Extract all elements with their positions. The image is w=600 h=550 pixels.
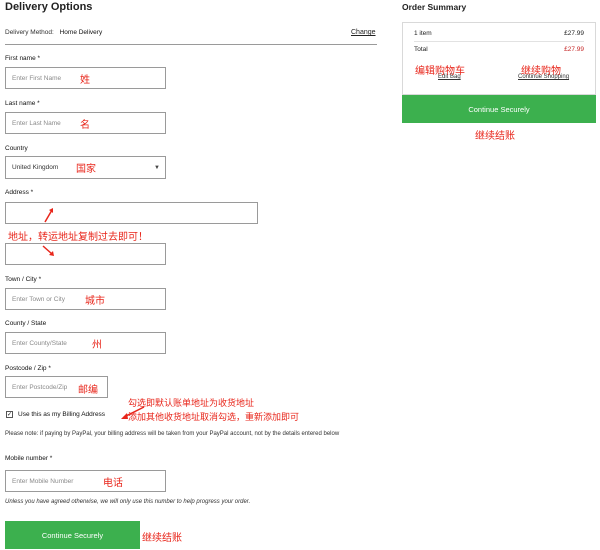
county-label: County / State: [5, 320, 47, 327]
billing-address-label: Use this as my Billing Address: [18, 411, 106, 418]
annotation-address: 地址，转运地址复制过去即可！: [8, 232, 148, 243]
total-label: Total: [414, 46, 428, 53]
first-name-placeholder: Enter First Name: [12, 74, 62, 82]
summary-continue-securely-button[interactable]: Continue Securely: [402, 95, 596, 123]
annotation-arrow-up-icon: [44, 208, 53, 223]
last-name-label: Last name *: [5, 100, 40, 107]
annotation-billing-line1: 勾选即默认账单地址为收货地址: [128, 399, 255, 409]
first-name-label: First name *: [5, 55, 41, 62]
order-summary-title: Order Summary: [402, 2, 467, 12]
total-row: Total £27.99: [414, 46, 584, 53]
annotation-mobile: 电话: [103, 478, 123, 489]
items-row: 1 item £27.99: [414, 30, 584, 37]
annotation-last-name: 名: [80, 120, 90, 131]
annotation-city: 城市: [85, 296, 105, 307]
mobile-note: Unless you have agreed otherwise, we wil…: [5, 499, 251, 505]
change-delivery-link[interactable]: Change: [351, 29, 376, 36]
postcode-label: Postcode / Zip *: [5, 365, 51, 372]
page-title: Delivery Options: [5, 1, 93, 13]
town-label: Town / City *: [5, 276, 42, 283]
annotation-edit-bag: 编辑购物车: [415, 66, 465, 77]
paypal-note: Please note: if paying by PayPal, your b…: [5, 431, 340, 437]
postcode-placeholder: Enter Postcode/Zip: [12, 383, 68, 391]
annotation-first-name: 姓: [80, 75, 90, 86]
total-price: £27.99: [564, 46, 584, 53]
mobile-input[interactable]: Enter Mobile Number: [5, 470, 166, 492]
annotation-continue-bottom: 继续结账: [142, 533, 182, 544]
annotation-continue-right: 继续结账: [475, 131, 515, 142]
county-input[interactable]: Enter County/State: [5, 332, 166, 354]
address-line2-input[interactable]: [5, 243, 166, 265]
divider: [5, 44, 377, 45]
delivery-method-value: Home Delivery: [59, 29, 103, 36]
summary-divider: [414, 41, 584, 42]
country-label: Country: [5, 145, 28, 152]
annotation-continue-shopping: 继续购物: [521, 66, 561, 77]
county-placeholder: Enter County/State: [12, 339, 67, 347]
annotation-billing-line2: 添加其他收货地址取消勾选，重新添加即可: [128, 413, 300, 423]
items-count: 1 item: [414, 30, 432, 37]
country-selected-value: United Kingdom: [12, 164, 59, 171]
continue-securely-button[interactable]: Continue Securely: [5, 521, 140, 549]
mobile-label: Mobile number *: [5, 455, 53, 462]
annotation-arrow-down-icon: [42, 245, 54, 256]
checkmark-icon: ✓: [6, 411, 13, 418]
delivery-method-row: Delivery Method: Home Delivery: [5, 29, 102, 36]
address-label: Address *: [5, 189, 34, 196]
chevron-down-icon: ▼: [154, 164, 160, 171]
billing-address-checkbox[interactable]: ✓: [6, 411, 13, 418]
town-placeholder: Enter Town or City: [12, 295, 65, 303]
annotation-country: 国家: [76, 164, 96, 175]
annotation-postcode: 邮编: [78, 385, 98, 396]
mobile-placeholder: Enter Mobile Number: [12, 477, 74, 485]
delivery-method-label: Delivery Method:: [5, 29, 54, 36]
last-name-placeholder: Enter Last Name: [12, 119, 61, 127]
items-price: £27.99: [564, 30, 584, 37]
annotation-state: 州: [92, 340, 102, 351]
